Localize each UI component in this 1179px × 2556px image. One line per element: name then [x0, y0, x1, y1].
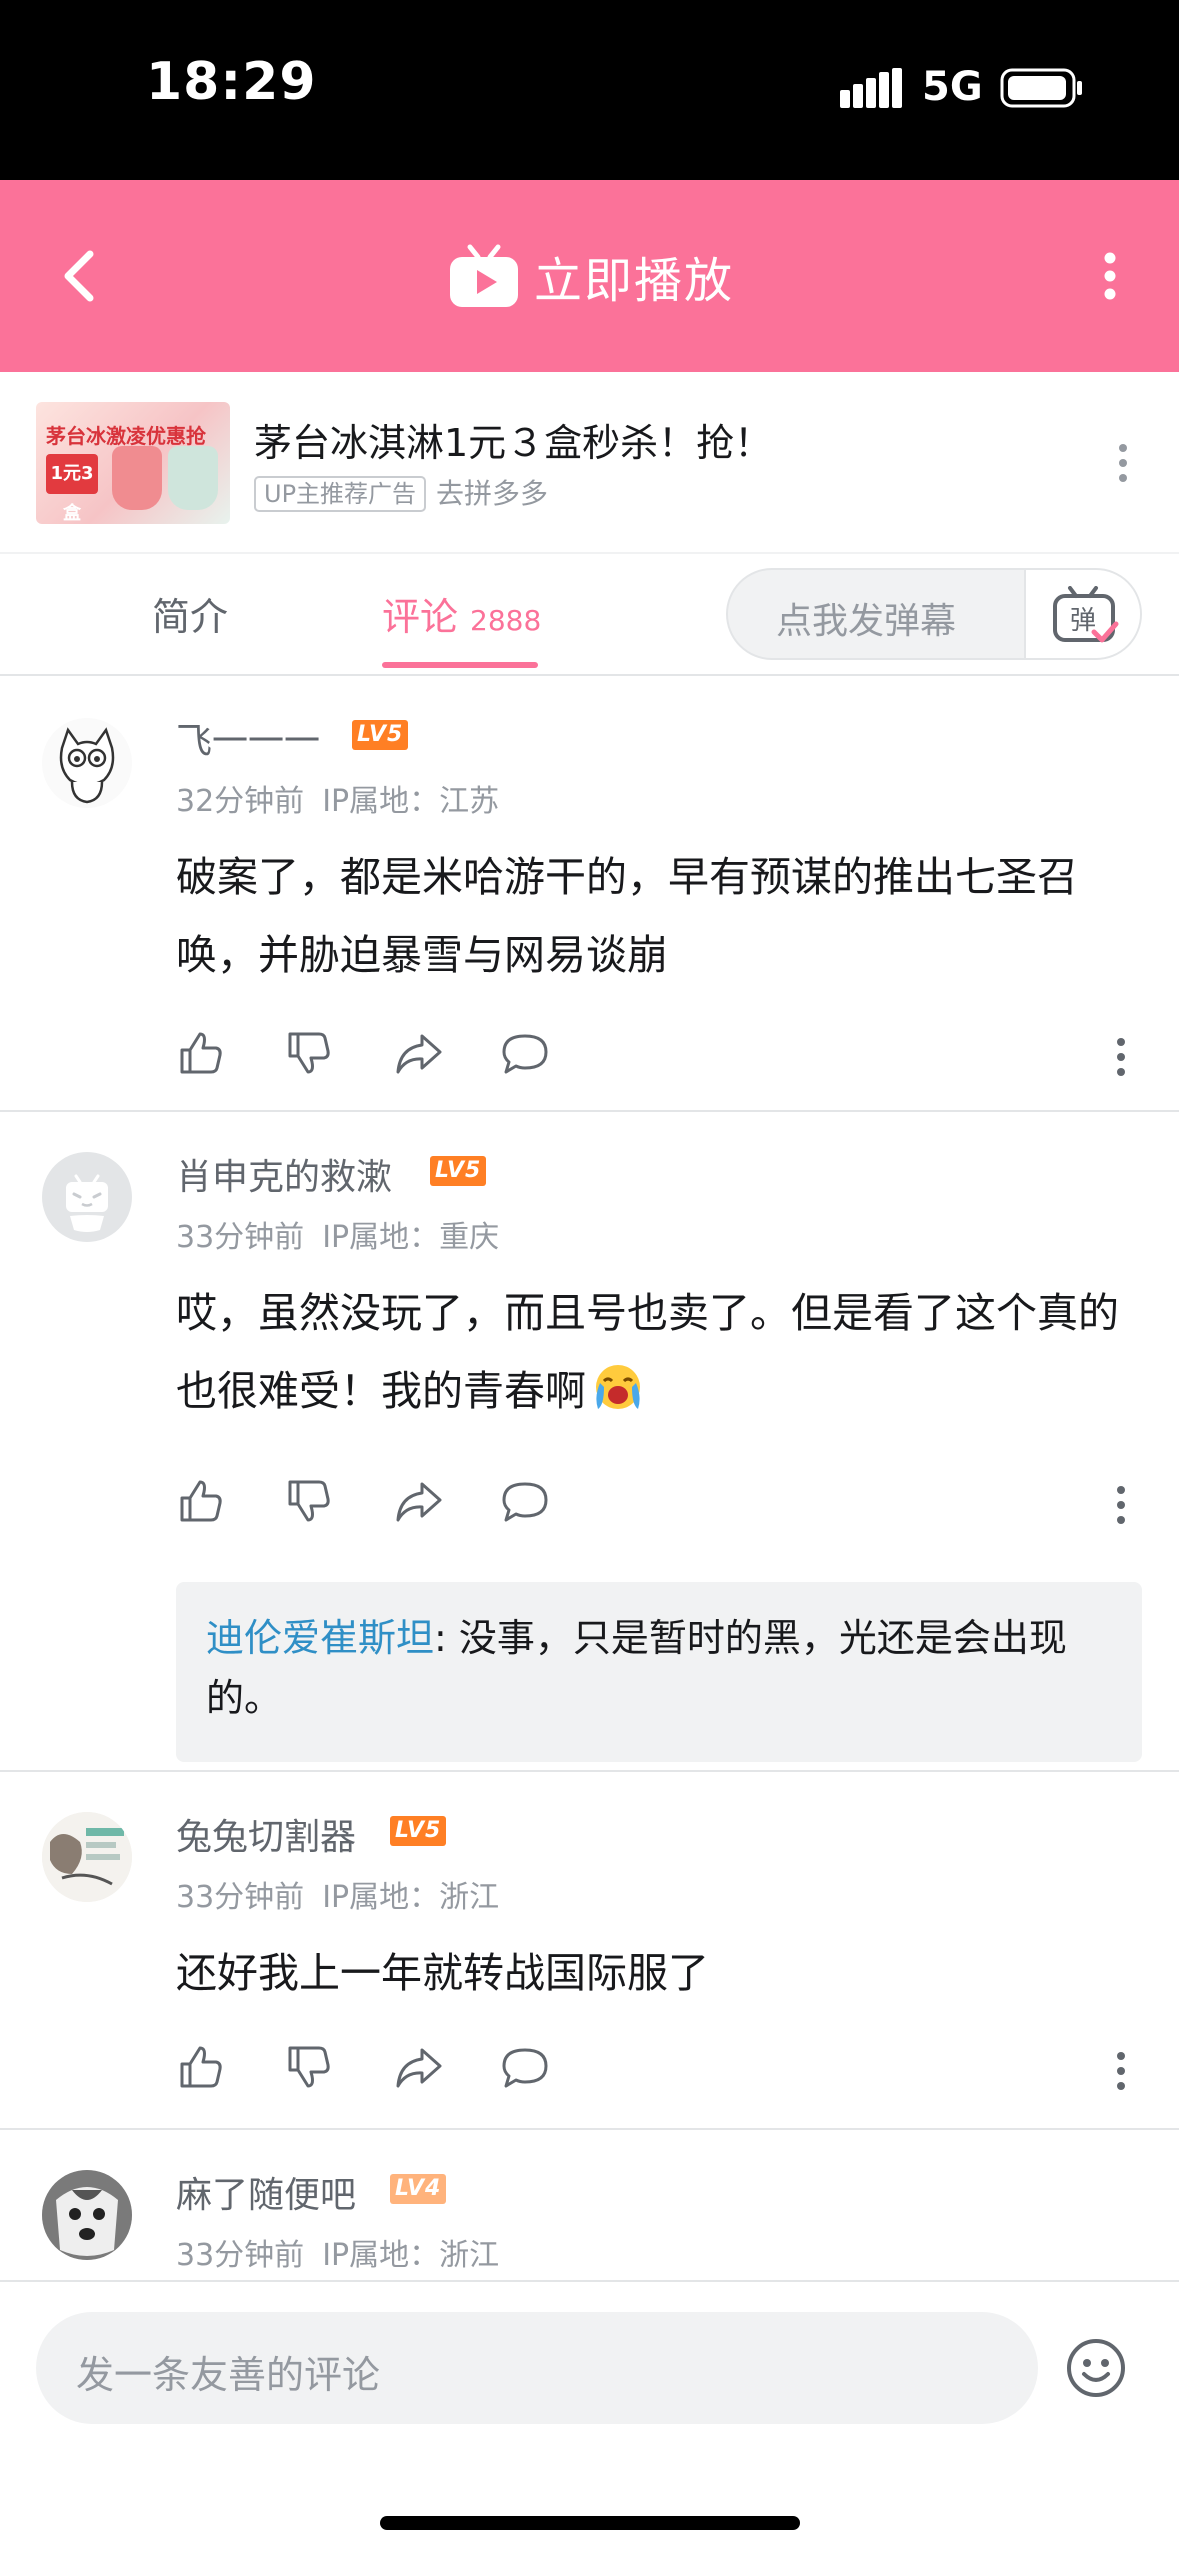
username[interactable]: 肖申克的救漱 [176, 1148, 392, 1200]
comment-item: 肖申克的救漱 LV5 33分钟前 IP属地：重庆 哎，虽然没玩了，而且号也卖了。但… [0, 1112, 1179, 1772]
play-now-button[interactable]: 立即播放 [448, 234, 734, 318]
comment-input[interactable]: 发一条友善的评论 [36, 2312, 1038, 2424]
dislike-icon[interactable] [284, 2042, 334, 2092]
comment-input-bar: 发一条友善的评论 [0, 2280, 1179, 2556]
like-icon[interactable] [176, 2042, 226, 2092]
header-title: 立即播放 [534, 253, 735, 309]
battery-icon [1000, 68, 1082, 108]
status-time: 18:29 [146, 52, 317, 112]
avatar[interactable] [42, 1812, 132, 1902]
comment-more-icon[interactable] [1106, 2046, 1136, 2096]
like-icon[interactable] [176, 1476, 226, 1526]
more-options-icon[interactable] [1080, 236, 1140, 316]
dislike-icon[interactable] [284, 1028, 334, 1078]
ad-thumb-product [168, 446, 218, 510]
comment-meta: 33分钟前 IP属地：浙江 [176, 2230, 499, 2274]
ad-source-link[interactable]: 去拼多多 [436, 476, 548, 512]
network-label: 5G [922, 64, 983, 110]
danmaku-toggle-button[interactable]: 弹 [1024, 570, 1140, 658]
default-avatar-icon [66, 1174, 108, 1232]
video-header: 立即播放 [0, 180, 1179, 372]
comments-count: 2888 [470, 604, 542, 637]
share-icon[interactable] [394, 1028, 444, 1078]
share-icon[interactable] [394, 1476, 444, 1526]
level-badge: LV5 [390, 1816, 447, 1846]
comment-more-icon[interactable] [1106, 1480, 1136, 1530]
ad-title[interactable]: 茅台冰淇淋1元３盒秒杀！抢！ [254, 412, 772, 467]
danmaku-placeholder: 点我发弹幕 [776, 601, 957, 642]
comment-item: 飞一一一 LV5 32分钟前 IP属地：江苏 破案了，都是米哈游干的，早有预谋的推… [0, 676, 1179, 1112]
ad-thumbnail[interactable]: 茅台冰激凌优惠抢 1元3盒 [36, 402, 230, 524]
ip-location: IP属地：江苏 [322, 784, 500, 819]
comment-content: 破案了，都是米哈游干的，早有预谋的推出七圣召唤，并胁迫暴雪与网易谈崩 [176, 853, 1078, 979]
sketch-avatar-icon [42, 1812, 132, 1902]
comment-time: 33分钟前 [176, 2238, 305, 2273]
comment-input-placeholder: 发一条友善的评论 [76, 2353, 381, 2397]
signal-icon [840, 68, 902, 108]
emoji-icon[interactable] [1064, 2336, 1128, 2400]
comment-text: 哎，虽然没玩了，而且号也卖了。但是看了这个真的也很难受！我的青春啊 [176, 1289, 1119, 1415]
comment-actions [176, 2042, 1136, 2102]
comment-actions [176, 1028, 1136, 1088]
avatar[interactable] [42, 2170, 132, 2260]
ip-location: IP属地：重庆 [322, 1220, 500, 1255]
status-bar: 18:29 5G [0, 0, 1179, 180]
reply-icon[interactable] [500, 1476, 550, 1526]
comment-more-icon[interactable] [1106, 1032, 1136, 1082]
comment-time: 33分钟前 [176, 1220, 305, 1255]
share-icon[interactable] [394, 2042, 444, 2092]
comment-list[interactable]: 飞一一一 LV5 32分钟前 IP属地：江苏 破案了，都是米哈游干的，早有预谋的推… [0, 676, 1179, 2280]
tab-intro[interactable]: 简介 [152, 586, 228, 641]
cat-avatar-icon [59, 727, 115, 804]
tabs-bar: 简介 评论 2888 点我发弹幕 弹 [0, 552, 1179, 676]
ip-location: IP属地：浙江 [322, 2238, 500, 2273]
tab-comments-label: 评论 [382, 595, 459, 639]
level-badge: LV5 [352, 720, 409, 750]
comment-content: 还好我上一年就转战国际服了 [176, 1949, 709, 1997]
username[interactable]: 飞一一一 [176, 712, 320, 764]
username[interactable]: 兔兔切割器 [176, 1808, 356, 1860]
avatar[interactable] [42, 1152, 132, 1242]
ad-thumb-text: 茅台冰激凌优惠抢 [46, 424, 206, 448]
username[interactable]: 麻了随便吧 [176, 2166, 356, 2218]
reply-icon[interactable] [500, 1028, 550, 1078]
comment-item: 麻了随便吧 LV4 33分钟前 IP属地：浙江 [0, 2130, 1179, 2280]
level-badge: LV4 [390, 2174, 447, 2204]
comment-meta: 33分钟前 IP属地：重庆 [176, 1212, 499, 1256]
home-indicator [380, 2516, 800, 2530]
reply-separator: : [434, 1616, 459, 1660]
reply-preview[interactable]: 迪伦爱崔斯坦: 没事，只是暂时的黑，光还是会出现的。 [176, 1582, 1142, 1762]
ip-location: IP属地：浙江 [322, 1880, 500, 1915]
husky-avatar-icon [42, 2170, 132, 2260]
reply-username[interactable]: 迪伦爱崔斯坦 [206, 1616, 434, 1660]
ad-banner[interactable]: 茅台冰激凌优惠抢 1元3盒 茅台冰淇淋1元３盒秒杀！抢！ UP主推荐广告 去拼多… [0, 372, 1179, 552]
ad-thumb-badge: 1元3盒 [46, 454, 98, 524]
comment-content: 哎，虽然没玩了，而且号也卖了。但是看了这个真的也很难受！我的青春啊 [176, 1274, 1136, 1430]
danmaku-toggle-icon: 弹 [1053, 586, 1119, 643]
comment-meta: 32分钟前 IP属地：江苏 [176, 776, 499, 820]
dislike-icon[interactable] [284, 1476, 334, 1526]
danmaku-input[interactable]: 点我发弹幕 弹 [726, 568, 1142, 660]
comment-actions [176, 1476, 1136, 1536]
reply-icon[interactable] [500, 2042, 550, 2092]
crying-emoji-icon [596, 1365, 640, 1409]
comment-time: 33分钟前 [176, 1880, 305, 1915]
tv-play-icon [450, 244, 518, 307]
comment-meta: 33分钟前 IP属地：浙江 [176, 1872, 499, 1916]
ad-thumb-product [112, 446, 162, 510]
ad-more-icon[interactable] [1108, 438, 1138, 488]
comment-item: 兔兔切割器 LV5 33分钟前 IP属地：浙江 还好我上一年就转战国际服了 [0, 1772, 1179, 2130]
comment-time: 32分钟前 [176, 784, 305, 819]
avatar[interactable] [42, 718, 132, 808]
tab-comments[interactable]: 评论 2888 [382, 586, 541, 641]
level-badge: LV5 [430, 1156, 487, 1186]
active-tab-indicator [382, 662, 538, 668]
like-icon[interactable] [176, 1028, 226, 1078]
ad-tag: UP主推荐广告 [254, 476, 427, 512]
back-arrow-icon[interactable] [44, 236, 124, 316]
